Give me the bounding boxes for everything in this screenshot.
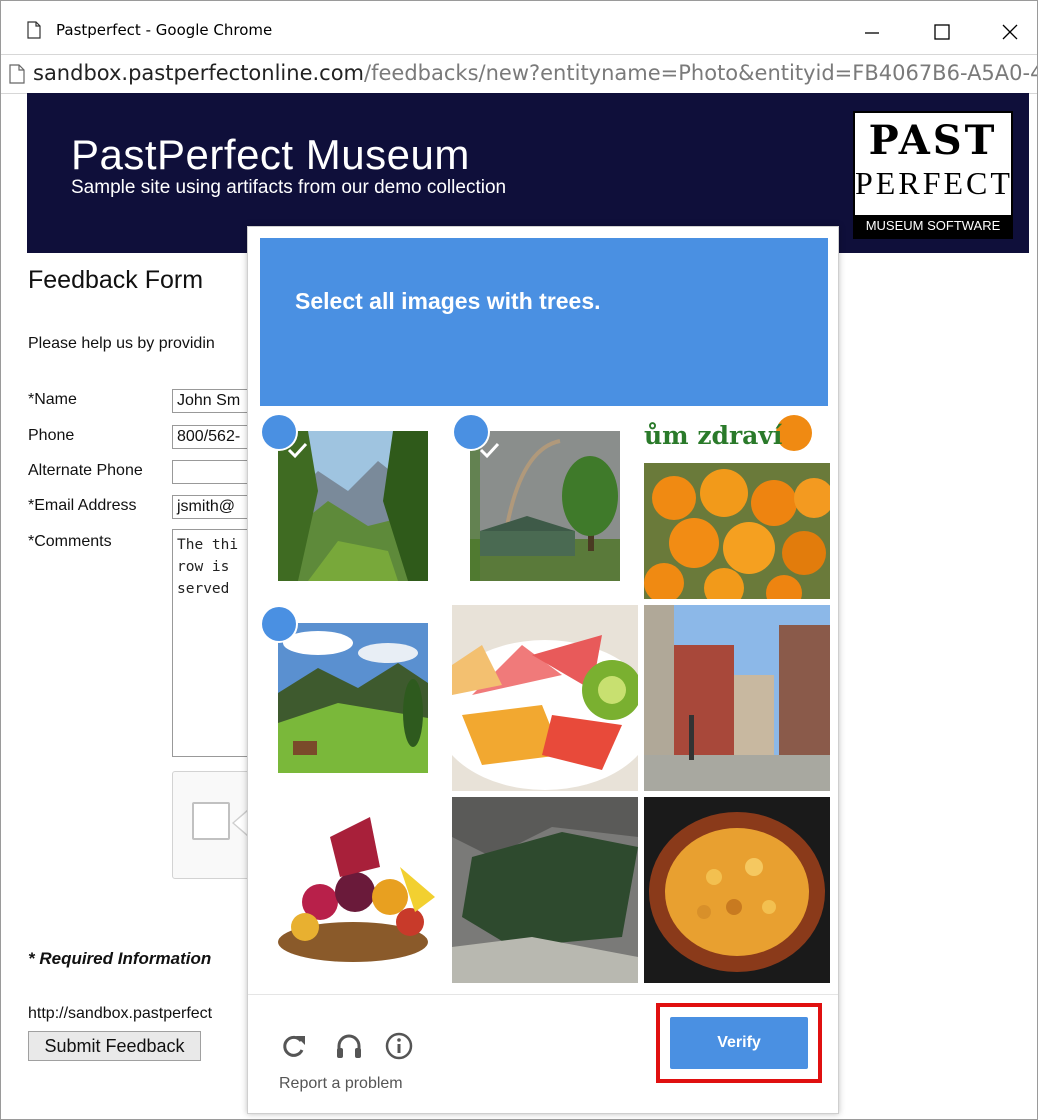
- berries-caption: ům zdraví: [644, 421, 783, 450]
- logo-line-2: PERFECT: [855, 165, 1013, 201]
- required-note: * Required Information: [28, 949, 212, 968]
- url-path: /feedbacks/new?entityname=Photo&entityid…: [364, 61, 1037, 85]
- captcha-challenge-popup: Select all images with trees. ům zdraví …: [247, 226, 839, 1114]
- logo-line-3: MUSEUM SOFTWARE: [855, 215, 1011, 237]
- stew-image: [644, 797, 830, 983]
- close-icon[interactable]: [995, 17, 1025, 47]
- reload-icon[interactable]: [279, 1031, 309, 1061]
- maximize-icon[interactable]: [927, 17, 957, 47]
- phone-label: Phone: [28, 427, 75, 444]
- selected-check-icon: [454, 415, 500, 459]
- recaptcha-checkbox[interactable]: [192, 802, 230, 840]
- document-icon: [9, 64, 25, 84]
- tile-river-rocks[interactable]: [452, 797, 638, 983]
- page-icon: [27, 21, 41, 39]
- form-title: Feedback Form: [28, 266, 204, 294]
- popup-pointer-inner: [234, 811, 248, 835]
- prompt-text: Select all images with: [295, 288, 540, 314]
- url-host: sandbox.pastperfectonline.com: [33, 61, 365, 85]
- fruit-basket-image: [260, 797, 446, 983]
- info-icon[interactable]: [384, 1031, 414, 1061]
- tile-rainbow-barn-tree[interactable]: [452, 413, 638, 599]
- popup-footer-divider: [248, 994, 838, 995]
- window-title: Pastperfect - Google Chrome: [56, 21, 273, 39]
- tile-fruit-salad-bowl[interactable]: [452, 605, 638, 791]
- logo-line-1: PAST: [868, 117, 998, 164]
- address-bar[interactable]: sandbox.pastperfectonline.com/feedbacks/…: [1, 54, 1037, 94]
- tile-alpine-meadow-cabin[interactable]: [260, 605, 446, 791]
- tile-fruit-basket[interactable]: [260, 797, 446, 983]
- report-problem-link[interactable]: Report a problem: [279, 1075, 403, 1093]
- browser-window: Pastperfect - Google Chrome sandbox.past…: [0, 0, 1038, 1120]
- challenge-instruction: Select all images with trees.: [295, 288, 601, 315]
- tile-sea-buckthorn-berries[interactable]: ům zdraví: [644, 413, 830, 599]
- selected-check-icon: [262, 607, 308, 651]
- verify-button[interactable]: Verify: [670, 1017, 808, 1069]
- page-url-text: http://sandbox.pastperfect: [28, 1005, 213, 1022]
- fruit-salad-image: [452, 605, 638, 791]
- site-subtitle: Sample site using artifacts from our dem…: [71, 177, 507, 198]
- url-text[interactable]: sandbox.pastperfectonline.com/feedbacks/…: [33, 61, 1037, 85]
- email-label: *Email Address: [28, 497, 137, 514]
- selected-check-icon: [262, 415, 308, 459]
- tile-city-street-buildings[interactable]: [644, 605, 830, 791]
- tile-stew-casserole[interactable]: [644, 797, 830, 983]
- challenge-prompt: Select all images with trees.: [260, 238, 828, 406]
- comments-label: *Comments: [28, 533, 112, 550]
- name-label: *Name: [28, 391, 77, 408]
- image-grid: ům zdraví: [260, 413, 830, 985]
- pastperfect-logo: PAST PERFECT MUSEUM SOFTWARE: [853, 111, 1013, 239]
- minimize-icon[interactable]: [857, 17, 887, 47]
- city-street-image: [644, 605, 830, 791]
- river-rocks-image: [452, 797, 638, 983]
- title-bar: Pastperfect - Google Chrome: [1, 1, 1037, 53]
- prompt-keyword: trees.: [539, 288, 601, 314]
- tile-mountain-valley-trees[interactable]: [260, 413, 446, 599]
- audio-headphones-icon[interactable]: [334, 1031, 364, 1061]
- form-intro: Please help us by providin: [28, 335, 215, 352]
- alt-phone-label: Alternate Phone: [28, 462, 143, 479]
- submit-feedback-button[interactable]: Submit Feedback: [28, 1031, 201, 1061]
- site-title: PastPerfect Museum: [71, 131, 470, 178]
